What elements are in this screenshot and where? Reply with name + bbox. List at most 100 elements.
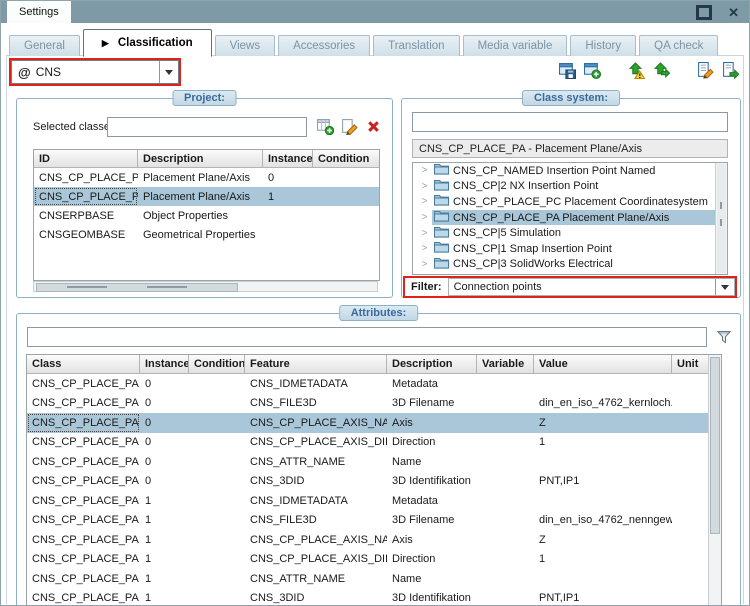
edit-class-icon[interactable] (341, 118, 358, 135)
table-row[interactable]: CNS_CP_PLACE_PA0CNS_CP_PLACE_AXIS_DIRDir… (27, 433, 721, 453)
filter-dropdown-button[interactable] (715, 279, 734, 295)
chevron-right-icon[interactable]: > (413, 243, 432, 254)
table-cell: 0 (263, 168, 313, 187)
scheme-dropdown-button[interactable] (159, 61, 178, 83)
table-cell: CNS_3DID (245, 472, 387, 492)
attributes-search-input[interactable] (27, 327, 707, 347)
tab-translation[interactable]: Translation (373, 35, 459, 56)
table-row[interactable]: CNS_CP_PLACE_PA1CNS_IDMETADATAMetadata (27, 491, 721, 511)
add-class-icon[interactable] (317, 118, 334, 135)
table-cell: CNS_CP_PLACE_PA (27, 511, 140, 531)
folder-icon (434, 226, 449, 241)
table-cell: Metadata (387, 491, 477, 511)
tree-item[interactable]: >CNS_CP|3 SolidWorks Electrical (413, 257, 727, 273)
scheme-combobox[interactable]: @ CNS (9, 58, 181, 86)
table-row[interactable]: CNS_CP_PLACE_PAPlacement Plane/Axis1 (34, 187, 379, 206)
tab-media-variable[interactable]: Media variable (463, 35, 568, 56)
tab-history[interactable]: History (570, 35, 636, 56)
table-row[interactable]: CNS_CP_PLACE_PAPlacement Plane/Axis0 (34, 168, 379, 187)
table-row[interactable]: CNS_CP_PLACE_PA0CNS_3DID3D Identifikatio… (27, 472, 721, 492)
close-icon[interactable]: ✕ (728, 6, 739, 19)
export-scheme-icon[interactable] (721, 61, 739, 79)
tab-qa-check[interactable]: QA check (639, 35, 718, 56)
window-title-tab[interactable]: Settings (7, 1, 71, 23)
table-row[interactable]: CNSERPBASEObject Properties (34, 206, 379, 225)
chevron-right-icon[interactable]: > (413, 196, 432, 207)
table-cell: PNT,IP1 (534, 589, 672, 606)
class-tree-scrollbar[interactable] (715, 163, 727, 274)
table-cell: 1 (140, 589, 189, 606)
column-header-unit[interactable]: Unit (672, 355, 709, 373)
table-cell: CNS_FILE3D (245, 394, 387, 414)
column-header-instance[interactable]: Instance (140, 355, 189, 373)
table-cell: 3D Filename (387, 511, 477, 531)
current-class-text: CNS_CP_PLACE_PA - Placement Plane/Axis (419, 143, 642, 155)
attributes-table-vscrollbar[interactable] (708, 355, 721, 606)
table-row[interactable]: CNS_CP_PLACE_PA1CNS_CP_PLACE_AXIS_NAMEAx… (27, 530, 721, 550)
table-cell (189, 511, 245, 531)
class-system-search-input[interactable] (412, 112, 728, 132)
table-row[interactable]: CNS_CP_PLACE_PA1CNS_CP_PLACE_AXIS_DIRDir… (27, 550, 721, 570)
chevron-right-icon[interactable]: > (413, 212, 432, 223)
table-cell (189, 550, 245, 570)
tree-item[interactable]: >CNS_CP|1 Smap Insertion Point (413, 241, 727, 257)
column-header-instance[interactable]: Instance (263, 150, 313, 167)
vscroll-thumb[interactable] (710, 357, 720, 534)
table-cell: 1 (140, 550, 189, 570)
column-header-condition[interactable]: Condition (313, 150, 379, 167)
edit-scheme-icon[interactable] (696, 61, 714, 79)
table-row[interactable]: CNS_CP_PLACE_PA0CNS_ATTR_NAMEName (27, 452, 721, 472)
tree-item-label: CNS_CP_NAMED Insertion Point Named (453, 165, 655, 177)
filter-value: Connection points (449, 279, 715, 295)
tab-general[interactable]: General (9, 35, 80, 56)
tree-item[interactable]: >CNS_CP_PLACE_PA Placement Plane/Axis (413, 210, 727, 226)
tree-item[interactable]: >CNS_CP|5 Simulation (413, 225, 727, 241)
folder-icon (434, 163, 449, 178)
save-scheme-icon[interactable] (558, 61, 576, 79)
table-cell: Axis (387, 413, 477, 433)
table-cell: CNS_FILE3D (245, 511, 387, 531)
table-cell: 0 (140, 452, 189, 472)
hscroll-thumb[interactable] (36, 283, 238, 292)
column-header-variable[interactable]: Variable (477, 355, 534, 373)
table-cell: CNS_ATTR_NAME (245, 569, 387, 589)
filter-combobox[interactable]: Connection points (448, 278, 735, 296)
table-cell (263, 206, 313, 225)
import-warning-icon[interactable] (627, 61, 645, 79)
tree-item[interactable]: >CNS_CP_PLACE_PC Placement Coordinatesys… (413, 194, 727, 210)
maximize-icon[interactable] (696, 5, 712, 20)
tab-accessories[interactable]: Accessories (278, 35, 370, 56)
table-cell: 1 (140, 530, 189, 550)
tree-scroll-thumb[interactable] (717, 164, 726, 273)
chevron-right-icon[interactable]: > (413, 259, 432, 270)
table-row[interactable]: CNS_CP_PLACE_PA0CNS_IDMETADATAMetadata (27, 374, 721, 394)
chevron-right-icon[interactable]: > (413, 165, 432, 176)
column-header-class[interactable]: Class (27, 355, 140, 373)
import-scheme-icon[interactable] (652, 61, 670, 79)
table-cell: Z (534, 413, 672, 433)
column-header-id[interactable]: ID (34, 150, 138, 167)
tab-views[interactable]: Views (215, 35, 275, 56)
table-row[interactable]: CNS_CP_PLACE_PA1CNS_FILE3D3D Filenamedin… (27, 511, 721, 531)
selected-classes-input[interactable] (107, 117, 307, 137)
tree-item[interactable]: > CNS_CP_NAMED Insertion Point Named (413, 163, 727, 179)
tree-item[interactable]: >CNS_CP|2 NX Insertion Point (413, 179, 727, 195)
project-table-hscrollbar[interactable] (33, 281, 378, 292)
column-header-condition[interactable]: Condition (189, 355, 245, 373)
tab-classification[interactable]: ▶Classification (83, 29, 212, 57)
remove-class-icon[interactable] (365, 118, 382, 135)
table-cell: Placement Plane/Axis (138, 187, 263, 206)
column-header-feature[interactable]: Feature (245, 355, 387, 373)
column-header-description[interactable]: Description (138, 150, 263, 167)
table-row[interactable]: CNS_CP_PLACE_PA1CNS_ATTR_NAMEName (27, 569, 721, 589)
chevron-right-icon[interactable]: > (413, 228, 432, 239)
column-header-description[interactable]: Description (387, 355, 477, 373)
filter-funnel-icon[interactable] (716, 329, 732, 345)
table-row[interactable]: CNSGEOMBASEGeometrical Properties (34, 225, 379, 244)
table-row[interactable]: CNS_CP_PLACE_PA0CNS_CP_PLACE_AXIS_NAMEAx… (27, 413, 721, 433)
column-header-value[interactable]: Value (534, 355, 672, 373)
table-row[interactable]: CNS_CP_PLACE_PA0CNS_FILE3D3D Filenamedin… (27, 394, 721, 414)
chevron-right-icon[interactable]: > (413, 181, 432, 192)
table-row[interactable]: CNS_CP_PLACE_PA1CNS_3DID3D Identifikatio… (27, 589, 721, 606)
new-scheme-icon[interactable] (583, 61, 601, 79)
